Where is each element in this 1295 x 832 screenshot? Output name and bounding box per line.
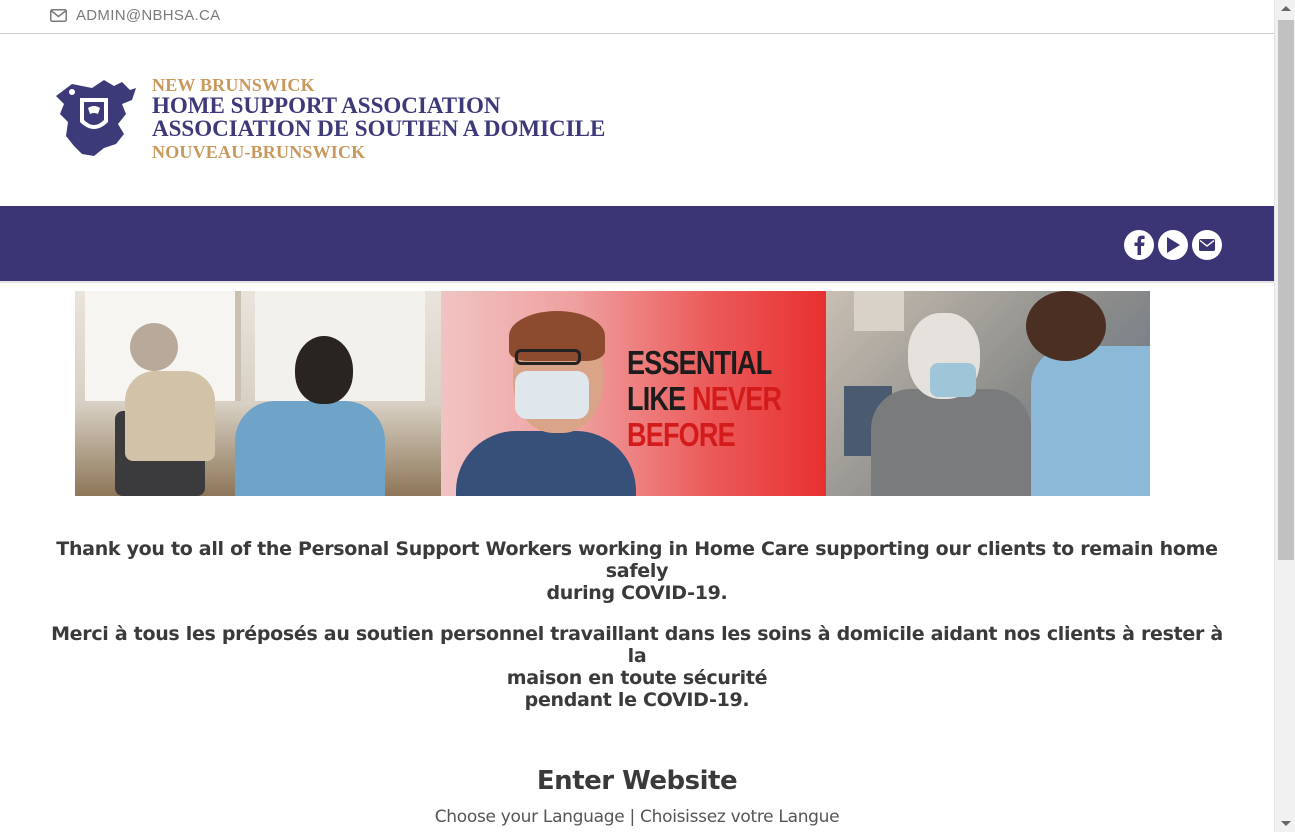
logo-line-new-brunswick: NEW BRUNSWICK xyxy=(152,75,315,95)
message-en-line-2: during COVID-19. xyxy=(546,582,728,604)
banner-photo-senior-and-nurse xyxy=(826,291,1150,496)
language-chooser: Choose your Language | Choisissez votre … xyxy=(0,807,1274,827)
site-logo[interactable]: NEW BRUNSWICK HOME SUPPORT ASSOCIATION A… xyxy=(52,75,606,164)
slogan-line-3: BEFORE xyxy=(627,416,736,453)
thank-you-message-en: Thank you to all of the Personal Support… xyxy=(40,538,1234,604)
choose-language-french-link[interactable]: Choisissez votre Langue xyxy=(640,807,840,827)
message-fr-line-3: pendant le COVID-19. xyxy=(524,689,750,711)
enter-website-title: Enter Website xyxy=(536,766,738,796)
top-bar: ADMIN@NBHSA.CA xyxy=(0,0,1274,34)
banner-essential-like-never-before: ESSENTIAL LIKE NEVER BEFORE xyxy=(441,291,826,496)
social-links xyxy=(1124,230,1222,260)
nav-bar xyxy=(0,206,1274,283)
logo-line-association-soutien: ASSOCIATION DE SOUTIEN A DOMICILE xyxy=(152,116,606,141)
message-fr-line-1: Merci à tous les préposés au soutien per… xyxy=(51,623,1223,667)
hero-banner: ESSENTIAL LIKE NEVER BEFORE xyxy=(75,291,1150,496)
banner-photo-caregiver-wheelchair xyxy=(75,291,441,496)
slogan-line-1: ESSENTIAL xyxy=(627,344,772,381)
thank-you-message-fr: Merci à tous les préposés au soutien per… xyxy=(40,623,1234,711)
scrollbar-thumb[interactable] xyxy=(1278,20,1294,560)
logo-line-home-support: HOME SUPPORT ASSOCIATION xyxy=(152,93,501,118)
logo-line-nouveau-brunswick: NOUVEAU-BRUNSWICK xyxy=(152,142,366,162)
slogan-line-2a: LIKE xyxy=(627,380,693,417)
message-en-line-1: Thank you to all of the Personal Support… xyxy=(56,538,1218,582)
banner-slogan: ESSENTIAL LIKE NEVER BEFORE xyxy=(627,344,782,453)
language-separator: | xyxy=(624,807,641,827)
email-link[interactable]: ADMIN@NBHSA.CA xyxy=(50,7,220,24)
youtube-play-icon xyxy=(1167,237,1180,253)
email-address[interactable]: ADMIN@NBHSA.CA xyxy=(76,7,220,24)
slogan-line-2b: NEVER xyxy=(692,380,782,417)
site-header: NEW BRUNSWICK HOME SUPPORT ASSOCIATION A… xyxy=(0,34,1274,206)
message-fr-line-2: maison en toute sécurité xyxy=(506,667,768,689)
facebook-link[interactable] xyxy=(1124,230,1154,260)
youtube-link[interactable] xyxy=(1158,230,1188,260)
nb-province-shield-logo-icon xyxy=(56,80,136,156)
facebook-icon xyxy=(1134,235,1145,255)
email-icon xyxy=(1199,239,1215,251)
choose-language-english-link[interactable]: Choose your Language xyxy=(435,807,625,827)
vertical-scrollbar[interactable] xyxy=(1274,0,1295,832)
scroll-up-arrow-icon[interactable] xyxy=(1281,6,1291,11)
envelope-icon xyxy=(50,9,67,22)
scroll-down-arrow-icon[interactable] xyxy=(1281,821,1291,826)
logo-wordmark: NEW BRUNSWICK HOME SUPPORT ASSOCIATION A… xyxy=(152,75,606,164)
email-contact-link[interactable] xyxy=(1192,230,1222,260)
